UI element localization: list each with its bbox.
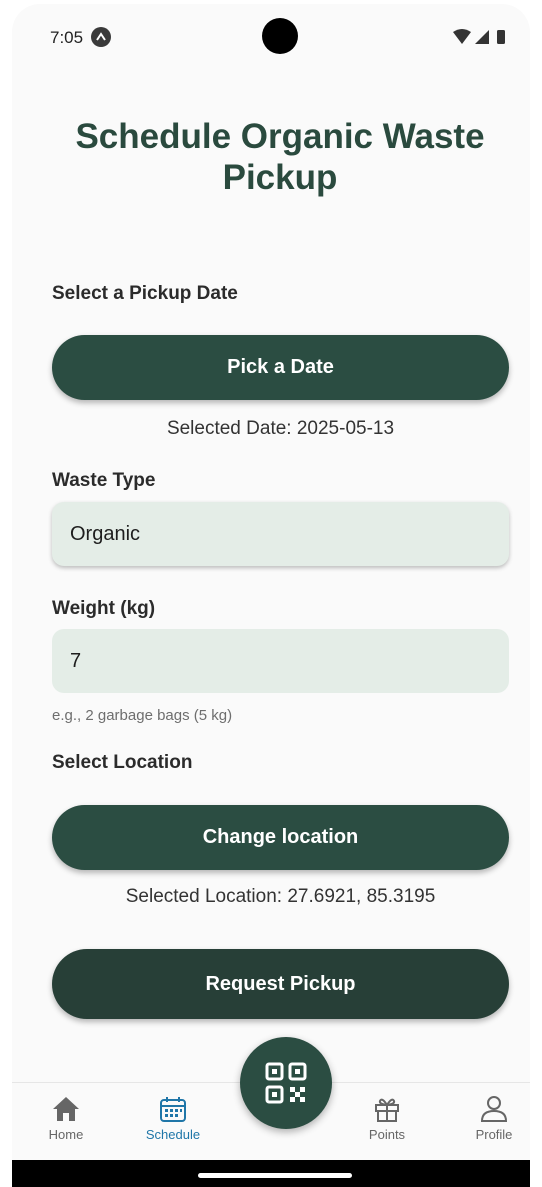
- waste-type-select[interactable]: Organic: [52, 502, 509, 566]
- nav-profile[interactable]: Profile: [454, 1095, 530, 1142]
- weight-input[interactable]: 7: [52, 629, 509, 693]
- selected-location-text: Selected Location: 27.6921, 85.3195: [125, 886, 436, 907]
- gift-icon: [375, 1098, 399, 1122]
- weight-label: Weight (kg): [52, 598, 156, 619]
- status-icons: [453, 29, 513, 45]
- page-title: Schedule Organic Waste Pickup: [75, 117, 485, 197]
- weight-value: 7: [70, 649, 82, 672]
- change-location-button[interactable]: Change location: [52, 805, 509, 870]
- nav-schedule[interactable]: Schedule: [133, 1095, 213, 1142]
- selected-date-text: Selected Date: 2025-05-13: [166, 418, 395, 439]
- home-icon: [53, 1097, 79, 1121]
- nav-points-label: Points: [368, 1127, 406, 1142]
- nav-schedule-label: Schedule: [145, 1127, 201, 1142]
- pick-date-button[interactable]: Pick a Date: [52, 335, 509, 400]
- waste-type-value: Organic: [70, 522, 141, 545]
- waste-type-label: Waste Type: [52, 470, 156, 491]
- weight-hint: e.g., 2 garbage bags (5 kg): [52, 707, 233, 724]
- signal-icon: [475, 30, 489, 44]
- camera-cutout: [262, 18, 298, 54]
- request-pickup-button[interactable]: Request Pickup: [52, 949, 509, 1019]
- person-icon: [480, 1096, 508, 1122]
- calendar-icon: [160, 1097, 186, 1122]
- wifi-icon: [453, 29, 471, 44]
- status-time: 7:05: [50, 28, 84, 47]
- scan-qr-button[interactable]: [240, 1037, 332, 1129]
- location-label: Select Location: [52, 752, 193, 773]
- nav-points[interactable]: Points: [347, 1095, 427, 1142]
- home-indicator[interactable]: [198, 1173, 352, 1178]
- nav-home-label: Home: [48, 1127, 84, 1142]
- qr-code-icon: [265, 1062, 307, 1104]
- app-screen: 7:05 Schedule Organic Waste Pickup Selec…: [12, 4, 530, 1184]
- pickup-date-label: Select a Pickup Date: [52, 283, 238, 304]
- notification-icon: [91, 27, 111, 47]
- battery-icon: [497, 30, 505, 44]
- nav-home[interactable]: Home: [26, 1095, 106, 1142]
- nav-profile-label: Profile: [475, 1127, 513, 1142]
